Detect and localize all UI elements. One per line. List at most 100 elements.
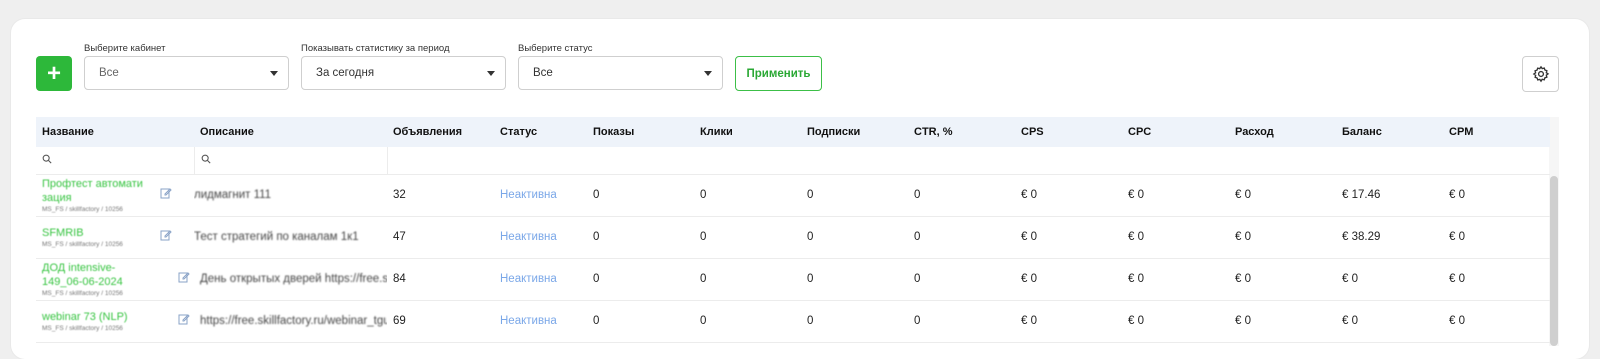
clicks-value: 0 (700, 315, 707, 327)
status-badge[interactable]: Неактивна (500, 231, 557, 243)
status-badge[interactable]: Неактивна (500, 315, 557, 327)
spend-value: € 0 (1235, 231, 1251, 243)
status-badge[interactable]: Неактивна (500, 273, 557, 285)
settings-button[interactable] (1522, 56, 1559, 92)
spend-value: € 0 (1235, 189, 1251, 201)
column-header[interactable]: Показы (587, 117, 694, 147)
ctr-value: 0 (914, 231, 921, 243)
column-header[interactable]: Подписки (801, 117, 908, 147)
cabinet-filter-label: Выберите кабинет (84, 43, 166, 54)
description-cell: День открытых дверей https://free.skillf… (194, 258, 387, 300)
cpm-value: € 0 (1449, 189, 1465, 201)
table-row[interactable]: ДОД intensive-149_06-06-2024 MS_FS / ski… (36, 258, 1550, 300)
cpm-value: € 0 (1449, 231, 1465, 243)
column-header[interactable]: CPS (1015, 117, 1122, 147)
table-row[interactable]: Профтест автомати зация MS_FS / skillfac… (36, 174, 1550, 216)
campaign-account: MS_FS / skillfactory / 10256 (42, 325, 123, 332)
campaign-name-link[interactable]: webinar 73 (NLP) (42, 310, 146, 324)
table-row[interactable]: SFMRIB MS_FS / skillfactory / 10256 Тест… (36, 216, 1550, 258)
cpc-value: € 0 (1128, 231, 1144, 243)
campaign-name-cell: Профтест автомати зация MS_FS / skillfac… (36, 174, 194, 216)
status-cell: Неактивна (494, 216, 587, 258)
campaign-account: MS_FS / skillfactory / 10256 (42, 290, 123, 297)
cpc-value: € 0 (1128, 315, 1144, 327)
campaign-account: MS_FS / skillfactory / 10256 (42, 206, 123, 213)
edit-icon[interactable] (178, 271, 190, 283)
column-header[interactable]: Клики (694, 117, 801, 147)
description-cell: https://free.skillfactory.ru/webinar_tgu… (194, 300, 387, 342)
cps-value: € 0 (1021, 273, 1037, 285)
spend-value: € 0 (1235, 315, 1251, 327)
campaign-name-link[interactable]: Профтест автомати зация (42, 177, 146, 205)
ads-count: 84 (393, 273, 406, 285)
column-header[interactable]: CPC (1122, 117, 1229, 147)
campaign-description: лидмагнит 111 (194, 189, 272, 201)
cabinet-select-value: Все (99, 67, 119, 79)
status-cell: Неактивна (494, 174, 587, 216)
campaigns-table: Название Описание Объявления Статус Пока… (36, 117, 1550, 343)
ads-count: 69 (393, 315, 406, 327)
campaign-account: MS_FS / skillfactory / 10256 (42, 241, 123, 248)
ctr-value: 0 (914, 189, 921, 201)
cpc-value: € 0 (1128, 189, 1144, 201)
campaign-description: https://free.skillfactory.ru/webinar_tgu… (200, 315, 387, 327)
campaign-name-link[interactable]: SFMRIB (42, 226, 146, 240)
shows-value: 0 (593, 189, 600, 201)
scrollbar-thumb[interactable] (1550, 176, 1558, 346)
edit-icon[interactable] (160, 229, 172, 241)
column-header[interactable]: Описание (194, 117, 387, 147)
campaign-name-link[interactable]: ДОД intensive-149_06-06-2024 (42, 261, 146, 289)
clicks-value: 0 (700, 231, 707, 243)
edit-icon[interactable] (178, 313, 190, 325)
status-cell: Неактивна (494, 300, 587, 342)
status-cell: Неактивна (494, 258, 587, 300)
shows-value: 0 (593, 273, 600, 285)
column-header[interactable]: Баланс (1336, 117, 1443, 147)
chevron-down-icon (270, 71, 278, 76)
period-select[interactable]: За сегодня (301, 56, 506, 90)
column-header[interactable]: CPM (1443, 117, 1550, 147)
campaign-description: День открытых дверей https://free.skillf… (200, 273, 387, 285)
subs-value: 0 (807, 273, 814, 285)
balance-value: € 0 (1342, 273, 1358, 285)
column-header[interactable]: Объявления (387, 117, 494, 147)
clicks-value: 0 (700, 189, 707, 201)
gear-icon (1532, 65, 1549, 83)
campaign-description: Тест стратегий по каналам 1к1 (194, 231, 359, 243)
status-select[interactable]: Все (518, 56, 723, 90)
cabinet-select[interactable]: Все (84, 56, 289, 90)
campaign-name-cell: SFMRIB MS_FS / skillfactory / 10256 (36, 216, 194, 258)
column-header[interactable]: Название (36, 117, 194, 147)
cpc-value: € 0 (1128, 273, 1144, 285)
name-search-input[interactable] (36, 147, 195, 175)
subs-value: 0 (807, 231, 814, 243)
campaign-name-cell: webinar 73 (NLP) MS_FS / skillfactory / … (36, 300, 194, 342)
shows-value: 0 (593, 315, 600, 327)
cps-value: € 0 (1021, 315, 1037, 327)
shows-value: 0 (593, 231, 600, 243)
column-header[interactable]: Расход (1229, 117, 1336, 147)
cps-value: € 0 (1021, 231, 1037, 243)
status-badge[interactable]: Неактивна (500, 189, 557, 201)
clicks-value: 0 (700, 273, 707, 285)
balance-value: € 38.29 (1342, 231, 1381, 243)
subs-value: 0 (807, 189, 814, 201)
description-cell: Тест стратегий по каналам 1к1 (194, 216, 387, 258)
apply-button[interactable]: Применить (735, 56, 822, 91)
edit-icon[interactable] (160, 187, 172, 199)
balance-value: € 0 (1342, 315, 1358, 327)
chevron-down-icon (704, 71, 712, 76)
status-filter-label: Выберите статус (518, 43, 593, 54)
description-search-input[interactable] (194, 147, 388, 175)
table-header-row: Название Описание Объявления Статус Пока… (36, 117, 1550, 147)
search-icon (42, 154, 52, 164)
search-row (36, 147, 1550, 175)
ctr-value: 0 (914, 315, 921, 327)
add-campaign-button[interactable]: + (36, 56, 72, 91)
cpm-value: € 0 (1449, 273, 1465, 285)
column-header[interactable]: Статус (494, 117, 587, 147)
period-filter-label: Показывать статистику за период (301, 43, 450, 54)
table-row[interactable]: webinar 73 (NLP) MS_FS / skillfactory / … (36, 300, 1550, 342)
column-header[interactable]: CTR, % (908, 117, 1015, 147)
spend-value: € 0 (1235, 273, 1251, 285)
